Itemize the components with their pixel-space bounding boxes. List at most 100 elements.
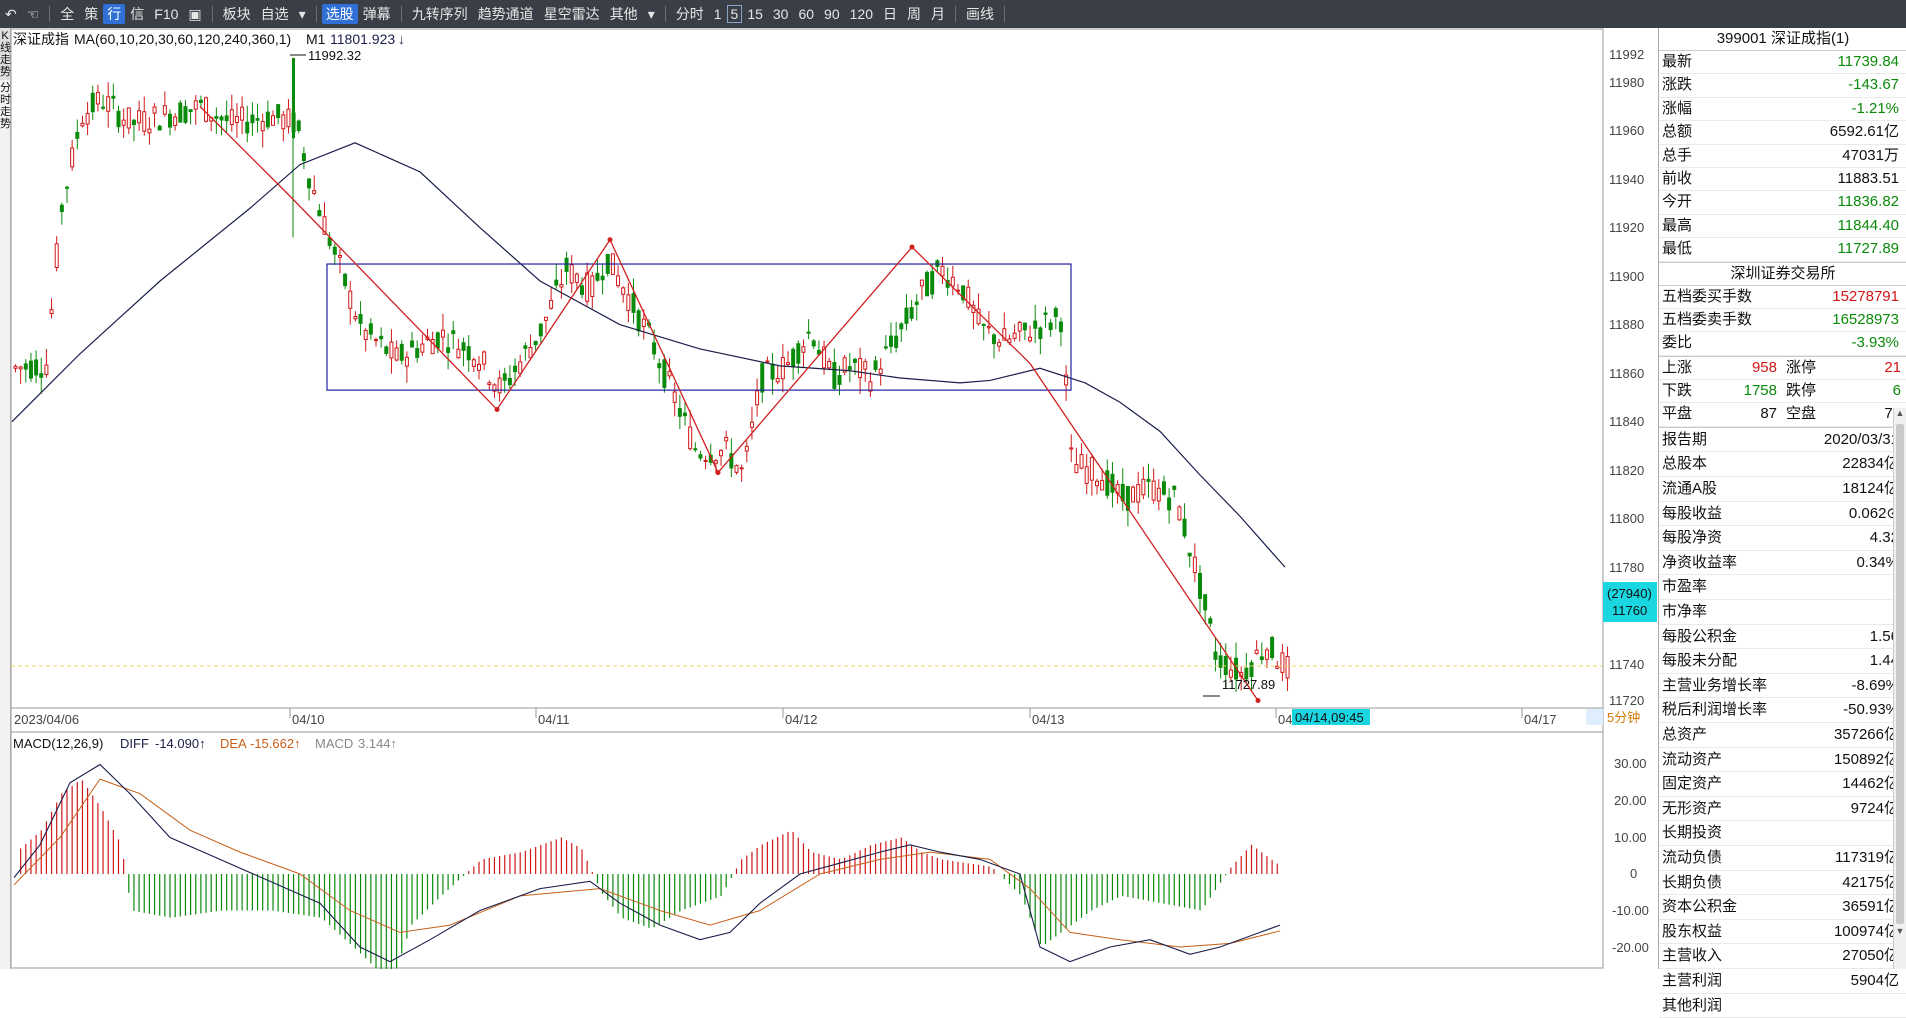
- breadth-label: 跌停: [1786, 382, 1817, 400]
- candle-body: [34, 359, 39, 376]
- diff-value: -14.090↑: [155, 736, 206, 751]
- right-panel-scrollbar[interactable]: ▲ ▼: [1893, 408, 1906, 969]
- period-15-button[interactable]: 15: [742, 6, 768, 22]
- toolbar-other-button[interactable]: 其他: [605, 4, 643, 24]
- breadth-cell: 平盘 87: [1659, 403, 1783, 425]
- toolbar-quote-button[interactable]: 行: [103, 4, 126, 24]
- breadth-value: 87: [1760, 405, 1777, 423]
- candle-body: [523, 345, 528, 349]
- candle-body: [1141, 478, 1146, 496]
- candle-body: [693, 448, 698, 451]
- candle-body: [410, 340, 415, 348]
- candle-body: [1043, 312, 1048, 315]
- draw-line-button[interactable]: 画线: [961, 4, 999, 24]
- scroll-down-icon[interactable]: ▼: [1894, 926, 1906, 940]
- toolbar-separator: [954, 6, 956, 22]
- candle-body: [1079, 453, 1084, 469]
- toolbar-sector-button[interactable]: 板块: [218, 4, 256, 24]
- x-tick-label: 04/10: [292, 712, 325, 727]
- candle-body: [636, 310, 641, 332]
- kline-chart-area[interactable]: 深证成指 MA(60,10,20,30,60,120,240,360,1) M1…: [0, 28, 1906, 969]
- toolbar-nine-turn-button[interactable]: 九转序列: [407, 4, 473, 24]
- candle-body: [549, 299, 554, 309]
- candle-body: [1223, 655, 1228, 676]
- toolbar-all-button[interactable]: 全: [55, 4, 79, 24]
- candle-body: [13, 365, 18, 369]
- candle-body: [713, 460, 718, 464]
- chart-overlays: [11, 105, 1286, 704]
- breadth-rows: 上涨 958 涨停 21 下跌 1758 跌停 6 平盘 87 空盘75: [1659, 355, 1906, 427]
- info-label: 主营利润: [1662, 971, 1723, 989]
- y-tick-label: 11800: [1609, 511, 1644, 526]
- chevron-down-icon[interactable]: ▾: [643, 6, 660, 23]
- candle-body: [580, 285, 584, 295]
- period-week-button[interactable]: 周: [902, 4, 926, 24]
- hand-icon[interactable]: ☜: [22, 6, 45, 23]
- breadth-label: 下跌: [1662, 382, 1693, 400]
- period-month-button[interactable]: 月: [926, 4, 950, 24]
- candle-body: [90, 92, 95, 113]
- toolbar-strategy-button[interactable]: 策: [79, 4, 103, 24]
- info-label: 委比: [1662, 334, 1693, 352]
- candle-body: [147, 128, 152, 134]
- breadth-row: 下跌 1758 跌停 6: [1659, 380, 1906, 404]
- period-90-button[interactable]: 90: [819, 6, 845, 22]
- candle-body: [518, 361, 523, 374]
- candle-body: [482, 351, 487, 365]
- period-30-button[interactable]: 30: [768, 6, 794, 22]
- candle-body: [168, 113, 172, 128]
- toolbar-info-button[interactable]: 信: [125, 4, 149, 24]
- toolbar-radar-button[interactable]: 星空雷达: [539, 4, 605, 24]
- candle-body: [121, 119, 126, 126]
- info-row: 流动负债 117319亿: [1659, 846, 1906, 871]
- diff-line: [13, 763, 1281, 963]
- candle-body: [317, 210, 322, 217]
- info-value: 11844.40: [1837, 216, 1899, 234]
- toolbar-trend-channel-button[interactable]: 趋势通道: [473, 4, 539, 24]
- info-value: 5904亿: [1850, 971, 1899, 989]
- candle-body: [1167, 497, 1172, 511]
- period-intraday-button[interactable]: 分时: [671, 4, 709, 24]
- info-value: 42175亿: [1842, 873, 1899, 891]
- toolbar-separator: [400, 6, 402, 22]
- info-row: 涨跌 -143.67: [1659, 74, 1906, 98]
- breadth-label: 空盘: [1786, 405, 1817, 423]
- info-row: 报告期 2020/03/31: [1659, 428, 1906, 453]
- candle-body: [992, 334, 996, 345]
- period-5-button[interactable]: 5: [726, 5, 743, 23]
- period-120-button[interactable]: 120: [845, 6, 878, 22]
- candle-body: [240, 106, 245, 121]
- period-1-button[interactable]: 1: [709, 6, 727, 22]
- scroll-thumb[interactable]: [1896, 424, 1904, 924]
- period-day-button[interactable]: 日: [878, 4, 902, 24]
- candle-body: [255, 118, 260, 121]
- toolbar-separator: [664, 6, 666, 22]
- period-label[interactable]: 5分钟: [1607, 710, 1640, 725]
- window-icon[interactable]: ▣: [183, 6, 206, 23]
- back-icon[interactable]: ↶: [0, 6, 22, 23]
- candle-body: [1177, 506, 1182, 521]
- info-value: 11727.89: [1837, 240, 1899, 258]
- chevron-down-icon[interactable]: ▾: [294, 6, 311, 23]
- candle-body: [1146, 478, 1151, 482]
- diff-label: DIFF: [120, 736, 149, 751]
- scroll-up-icon[interactable]: ▲: [1894, 408, 1906, 422]
- candle-body: [775, 378, 780, 383]
- toolbar-stock-picker-button[interactable]: 选股: [321, 4, 358, 24]
- m1-arrow: ↓: [398, 31, 405, 47]
- toolbar-danmaku-button[interactable]: 弹幕: [358, 4, 396, 24]
- info-label: 长期投资: [1662, 824, 1723, 842]
- candle-body: [1187, 552, 1192, 557]
- candle-body: [997, 341, 1002, 347]
- info-value: -1.21%: [1851, 99, 1899, 117]
- period-60-button[interactable]: 60: [793, 6, 819, 22]
- toolbar-watchlist-button[interactable]: 自选: [256, 4, 294, 24]
- toolbar-separator: [315, 6, 317, 22]
- x-tick-label: 04/12: [785, 712, 818, 727]
- finance-rows: 报告期 2020/03/31 总股本 22834亿 流通A股 18124亿 每股收益 0.06…: [1659, 426, 1906, 1018]
- candle-body: [49, 309, 54, 315]
- info-row: 最高 11844.40: [1659, 215, 1906, 239]
- info-label: 每股净资: [1662, 529, 1723, 547]
- candle-body: [1131, 486, 1136, 503]
- toolbar-f10-button[interactable]: F10: [149, 6, 183, 22]
